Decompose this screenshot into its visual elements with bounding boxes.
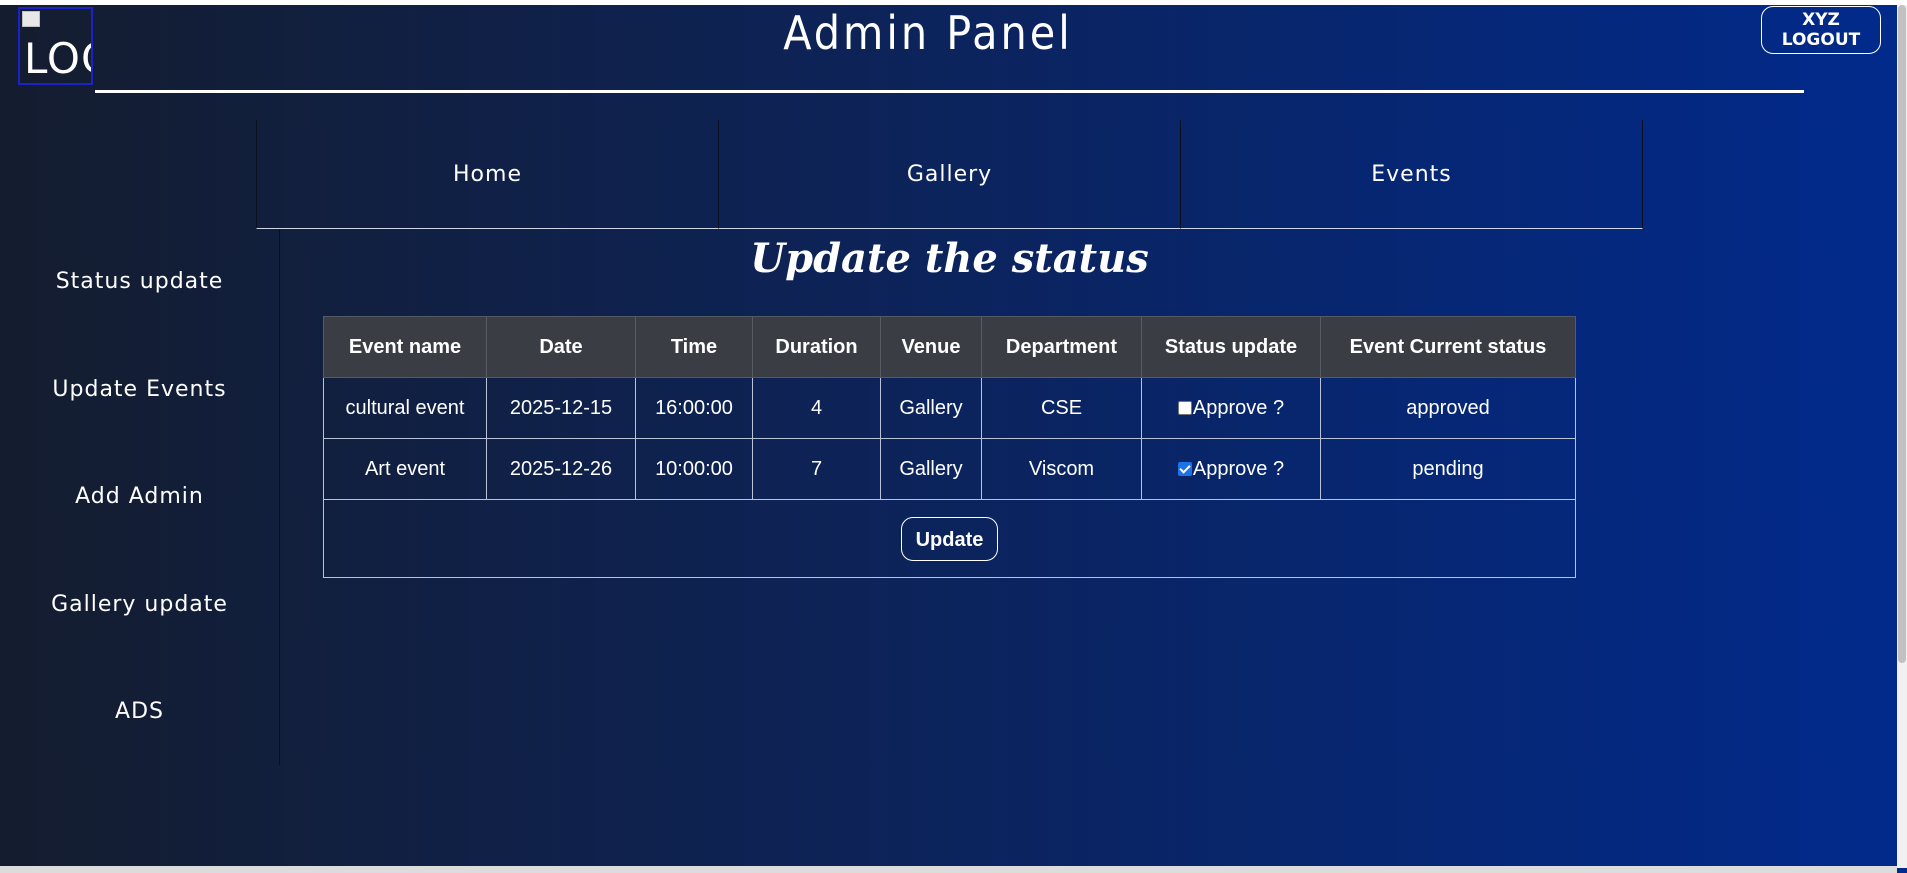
update-button[interactable]: Update xyxy=(900,516,999,561)
cell-event-name: cultural event xyxy=(323,377,487,439)
approve-label: Approve ? xyxy=(1192,396,1285,419)
cell-venue: Gallery xyxy=(880,377,982,439)
update-cell: Update xyxy=(323,499,1576,578)
column-header-venue: Venue xyxy=(880,316,982,378)
cell-date: 2025-12-15 xyxy=(486,377,636,439)
cell-department: CSE xyxy=(981,377,1142,439)
cell-time: 16:00:00 xyxy=(635,377,753,439)
scrollbar-thumb[interactable] xyxy=(1898,5,1906,663)
title-divider xyxy=(95,90,1804,93)
table-footer-row: Update xyxy=(323,499,1576,578)
cell-status-update: Approve ? xyxy=(1141,438,1321,500)
column-header-duration: Duration xyxy=(752,316,881,378)
table-row: cultural event 2025-12-15 16:00:00 4 Gal… xyxy=(323,377,1576,439)
sidebar-item-status-update[interactable]: Status update xyxy=(0,269,279,294)
approve-checkbox[interactable] xyxy=(1177,400,1192,415)
table-header-row: Event name Date Time Duration Venue Depa… xyxy=(323,316,1576,378)
logout-button[interactable]: XYZ LOGOUT xyxy=(1761,6,1881,54)
nav-item-events[interactable]: Events xyxy=(1181,120,1643,229)
nav-item-home[interactable]: Home xyxy=(256,120,719,229)
column-header-time: Time xyxy=(635,316,753,378)
column-header-event-name: Event name xyxy=(323,316,487,378)
sidebar-item-ads[interactable]: ADS xyxy=(0,699,279,724)
cell-time: 10:00:00 xyxy=(635,438,753,500)
nav-item-gallery[interactable]: Gallery xyxy=(719,120,1181,229)
sidebar-item-add-admin[interactable]: Add Admin xyxy=(0,484,279,509)
top-navigation: Home Gallery Events xyxy=(256,120,1643,229)
column-header-date: Date xyxy=(486,316,636,378)
cell-current-status: approved xyxy=(1320,377,1576,439)
approve-checkbox[interactable] xyxy=(1177,461,1192,476)
cell-department: Viscom xyxy=(981,438,1142,500)
horizontal-scrollbar[interactable] xyxy=(0,866,1897,873)
sidebar-item-update-events[interactable]: Update Events xyxy=(0,377,279,402)
cell-current-status: pending xyxy=(1320,438,1576,500)
events-table: Event name Date Time Duration Venue Depa… xyxy=(323,316,1576,578)
cell-venue: Gallery xyxy=(880,438,982,500)
page-title: Admin Panel xyxy=(783,6,1073,60)
sidebar: Status update Update Events Add Admin Ga… xyxy=(0,229,280,765)
column-header-department: Department xyxy=(981,316,1142,378)
cell-date: 2025-12-26 xyxy=(486,438,636,500)
cell-event-name: Art event xyxy=(323,438,487,500)
sidebar-item-gallery-update[interactable]: Gallery update xyxy=(0,592,279,617)
table-row: Art event 2025-12-26 10:00:00 7 Gallery … xyxy=(323,438,1576,500)
approve-label: Approve ? xyxy=(1192,457,1285,480)
browser-top-strip xyxy=(0,0,1907,5)
cell-status-update: Approve ? xyxy=(1141,377,1321,439)
section-heading: Update the status xyxy=(750,235,1149,282)
cell-duration: 4 xyxy=(752,377,881,439)
column-header-current-status: Event Current status xyxy=(1320,316,1576,378)
cell-duration: 7 xyxy=(752,438,881,500)
column-header-status-update: Status update xyxy=(1141,316,1321,378)
vertical-scrollbar[interactable] xyxy=(1897,5,1907,868)
